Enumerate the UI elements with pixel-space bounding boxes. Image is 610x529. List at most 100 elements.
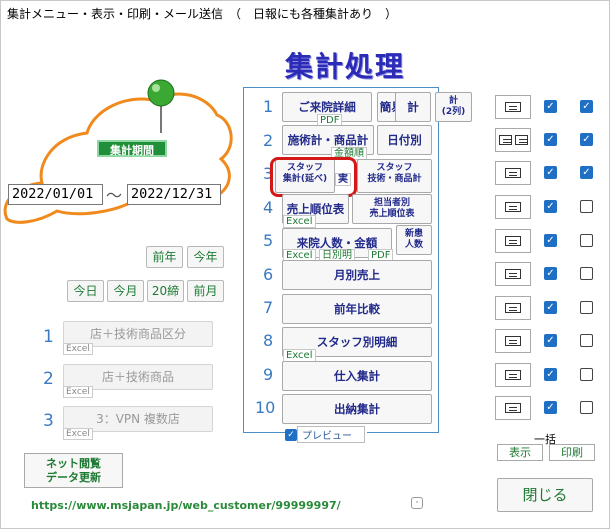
window-icon <box>505 269 521 279</box>
net-update-button[interactable]: ネット閲覧 データ更新 <box>24 453 123 488</box>
row-4-print-checkbox[interactable] <box>580 200 593 213</box>
staff-tech-line2: 技術・商品計 <box>367 174 422 184</box>
purchase-total-button[interactable]: 仕入集計 <box>282 361 432 391</box>
row-5-display-button[interactable] <box>495 229 531 253</box>
row-10-print-checkbox[interactable] <box>580 401 593 414</box>
this-year-button[interactable]: 今年 <box>187 246 224 268</box>
date-to-field[interactable]: 2022/12/31 <box>127 184 221 205</box>
staff-tech-product-button[interactable]: スタッフ 技術・商品計 <box>357 159 432 193</box>
bulk-print-button[interactable]: 印刷 <box>549 444 595 461</box>
net-update-line1: ネット閲覧 <box>46 457 101 470</box>
new-patient-line2: 人数 <box>404 240 423 250</box>
preview-checkbox[interactable]: ✓ プレビュー <box>285 426 367 443</box>
window-icon <box>505 168 521 178</box>
row-1-show-checkbox[interactable]: ✓ <box>544 100 557 113</box>
kei-2col-line1: 計 <box>448 96 458 106</box>
row-3-show-checkbox[interactable]: ✓ <box>544 166 557 179</box>
left-menu-num-2: 2 <box>43 369 54 389</box>
left-menu-num-3: 3 <box>43 411 54 431</box>
row-num-4: 4 <box>263 198 274 217</box>
preview-label: プレビュー <box>297 426 365 443</box>
row-7-display-button[interactable] <box>495 296 531 320</box>
staff-sales-line1: 担当者別 <box>373 198 410 208</box>
by-date-button[interactable]: 日付別 <box>377 125 432 155</box>
kei-button[interactable]: 計 <box>395 92 431 122</box>
window-icon <box>505 370 521 380</box>
staff-sales-ranking-button[interactable]: 担当者別 売上順位表 <box>352 194 432 224</box>
row-2-show-checkbox[interactable]: ✓ <box>544 133 557 146</box>
net-update-line2: データ更新 <box>46 471 101 484</box>
row-num-8: 8 <box>263 331 274 350</box>
row-4-display-button[interactable] <box>495 195 531 219</box>
row-4-show-checkbox[interactable]: ✓ <box>544 200 557 213</box>
row-10-show-checkbox[interactable]: ✓ <box>544 401 557 414</box>
row-7-show-checkbox[interactable]: ✓ <box>544 301 557 314</box>
left-menu-excel-tag-2: Excel <box>63 386 93 398</box>
row-1-display-button[interactable] <box>495 95 531 119</box>
customer-url-link[interactable]: https://www.msjapan.jp/web_customer/9999… <box>31 499 341 512</box>
row-num-5: 5 <box>263 231 274 250</box>
yoy-comparison-button[interactable]: 前年比較 <box>282 294 432 324</box>
row-8-display-button[interactable] <box>495 329 531 353</box>
row-num-1: 1 <box>263 97 274 116</box>
row-5-print-checkbox[interactable] <box>580 234 593 247</box>
left-menu-excel-tag-3: Excel <box>63 428 93 440</box>
window-icon <box>505 236 521 246</box>
pin-icon <box>147 79 175 107</box>
bulk-show-button[interactable]: 表示 <box>497 444 543 461</box>
today-button[interactable]: 今日 <box>67 280 104 302</box>
period-label: 集計期間 <box>97 140 167 157</box>
highlight-box <box>270 157 357 197</box>
row-8-show-checkbox[interactable]: ✓ <box>544 334 557 347</box>
row-num-7: 7 <box>263 298 274 317</box>
close-20-button[interactable]: 20締 <box>147 280 184 302</box>
left-menu-excel-tag-1: Excel <box>63 343 93 355</box>
staff-tech-line1: スタッフ <box>376 163 413 173</box>
row-10-display-button[interactable] <box>495 396 531 420</box>
row-5-show-checkbox[interactable]: ✓ <box>544 234 557 247</box>
row-3-print-checkbox[interactable]: ✓ <box>580 166 593 179</box>
kei-2col-line2: (2列) <box>441 107 466 117</box>
this-month-button[interactable]: 今月 <box>107 280 144 302</box>
small-toggle-icon[interactable]: · <box>411 497 423 509</box>
page-title: 集計処理 <box>285 50 406 83</box>
window-icon <box>505 403 521 413</box>
row-9-display-button[interactable] <box>495 363 531 387</box>
prev-year-button[interactable]: 前年 <box>146 246 183 268</box>
row-8-print-checkbox[interactable] <box>580 334 593 347</box>
row-num-10: 10 <box>255 398 276 417</box>
date-from-field[interactable]: 2022/01/01 <box>8 184 103 205</box>
new-patient-line1: 新患 <box>404 229 423 239</box>
monthly-sales-button[interactable]: 月別売上 <box>282 260 432 290</box>
window-icon <box>505 102 521 112</box>
window-icon <box>505 336 521 346</box>
row-2-print-checkbox[interactable]: ✓ <box>580 133 593 146</box>
sales-ranking-excel-tag[interactable]: Excel <box>283 215 316 228</box>
row-num-2: 2 <box>263 131 274 150</box>
row-6-print-checkbox[interactable] <box>580 267 593 280</box>
staff-sales-line2: 売上順位表 <box>369 209 415 219</box>
date-separator: ～ <box>106 186 123 205</box>
row-6-show-checkbox[interactable]: ✓ <box>544 267 557 280</box>
row-1-print-checkbox[interactable]: ✓ <box>580 100 593 113</box>
row-9-show-checkbox[interactable]: ✓ <box>544 368 557 381</box>
new-patient-count-button[interactable]: 新患 人数 <box>396 225 432 255</box>
preview-check-icon: ✓ <box>285 428 297 441</box>
report-window: 集計メニュー・表示・印刷・メール送信 （ 日報にも各種集計あり ） 集計処理 集… <box>0 0 610 529</box>
left-menu-num-1: 1 <box>43 327 54 347</box>
window-icon <box>505 303 521 313</box>
cashbook-total-button[interactable]: 出納集計 <box>282 394 432 424</box>
window-icon <box>499 135 512 145</box>
row-9-print-checkbox[interactable] <box>580 368 593 381</box>
row-7-print-checkbox[interactable] <box>580 301 593 314</box>
kei-2col-button[interactable]: 計 (2列) <box>435 92 472 122</box>
row-num-6: 6 <box>263 265 274 284</box>
row-3-display-button[interactable] <box>495 161 531 185</box>
row-num-9: 9 <box>263 365 274 384</box>
window-icon <box>515 135 528 145</box>
prev-month-button[interactable]: 前月 <box>187 280 224 302</box>
row-6-display-button[interactable] <box>495 262 531 286</box>
close-button[interactable]: 閉じる <box>497 478 593 512</box>
window-icon <box>505 202 521 212</box>
row-2-display-button[interactable] <box>495 128 531 152</box>
